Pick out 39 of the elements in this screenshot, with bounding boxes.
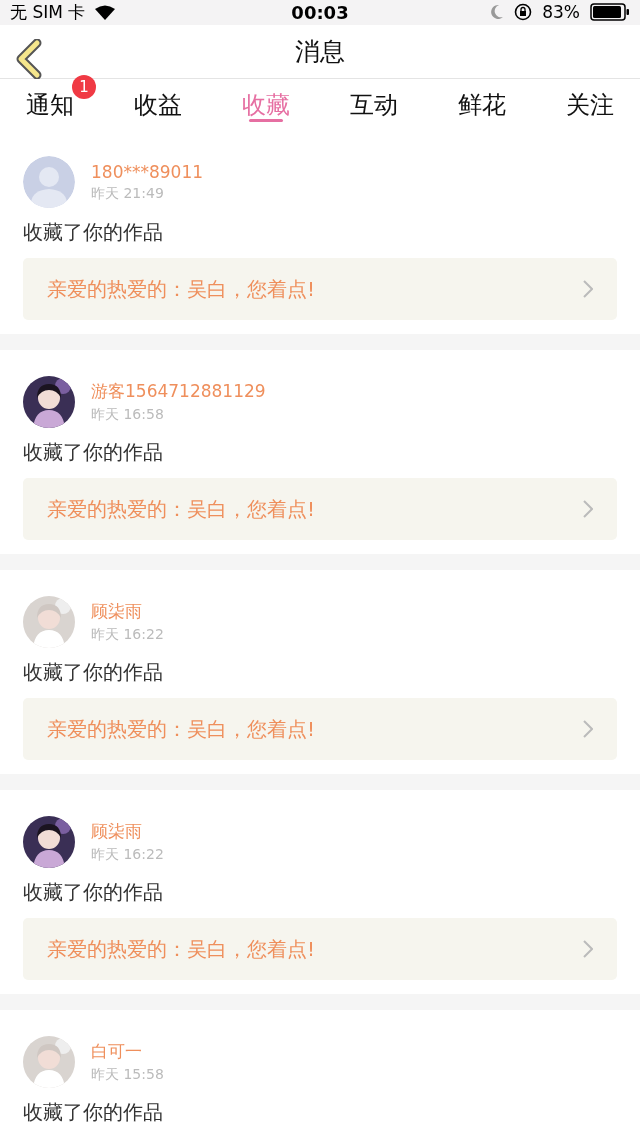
action-text: 收藏了你的作品	[23, 1100, 164, 1124]
chevron-right-icon	[583, 720, 593, 738]
timestamp: 昨天 16:58	[91, 406, 165, 424]
carrier-label: 无 SIM 卡	[10, 0, 86, 24]
chevron-right-icon	[583, 940, 593, 958]
user-name[interactable]: 180***89011	[91, 161, 204, 182]
work-link[interactable]: 亲爱的热爱的：吴白，您着点!	[23, 258, 617, 320]
chevron-right-icon	[583, 280, 593, 298]
tab[interactable]: 鲜花	[458, 79, 506, 130]
wifi-icon	[95, 4, 116, 20]
tab[interactable]: 收藏	[242, 79, 290, 130]
tab[interactable]: 通知	[26, 79, 74, 130]
battery-percent: 83%	[542, 2, 580, 23]
user-name[interactable]: 顾柒雨	[91, 820, 164, 843]
avatar-placeholder-icon	[23, 156, 75, 208]
action-text: 收藏了你的作品	[23, 440, 164, 464]
timestamp: 昨天 16:22	[91, 846, 164, 864]
tab[interactable]: 收益	[134, 79, 182, 130]
work-link[interactable]: 亲爱的热爱的：吴白，您着点!	[23, 478, 617, 540]
user-name[interactable]: 白可一	[91, 1040, 164, 1063]
rotation-lock-icon	[514, 3, 533, 22]
tab[interactable]: 互动	[350, 79, 398, 130]
unread-badge: 1	[72, 75, 96, 99]
clock: 00:03	[291, 1, 349, 23]
moon-icon	[490, 4, 505, 21]
timestamp: 昨天 16:22	[91, 626, 164, 644]
work-link[interactable]: 亲爱的热爱的：吴白，您着点!	[23, 918, 617, 980]
page-title: 消息	[295, 35, 345, 68]
action-text: 收藏了你的作品	[23, 660, 164, 684]
action-text: 收藏了你的作品	[23, 220, 164, 244]
user-name[interactable]: 顾柒雨	[91, 600, 164, 623]
user-name[interactable]: 游客1564712881129	[91, 380, 266, 403]
timestamp: 昨天 21:49	[91, 184, 165, 203]
timestamp: 昨天 15:58	[91, 1066, 164, 1084]
work-link[interactable]: 亲爱的热爱的：吴白，您着点!	[23, 698, 617, 760]
action-text: 收藏了你的作品	[23, 880, 164, 904]
tab[interactable]: 关注	[566, 79, 614, 130]
battery-icon	[590, 3, 630, 22]
chevron-right-icon	[583, 500, 593, 518]
